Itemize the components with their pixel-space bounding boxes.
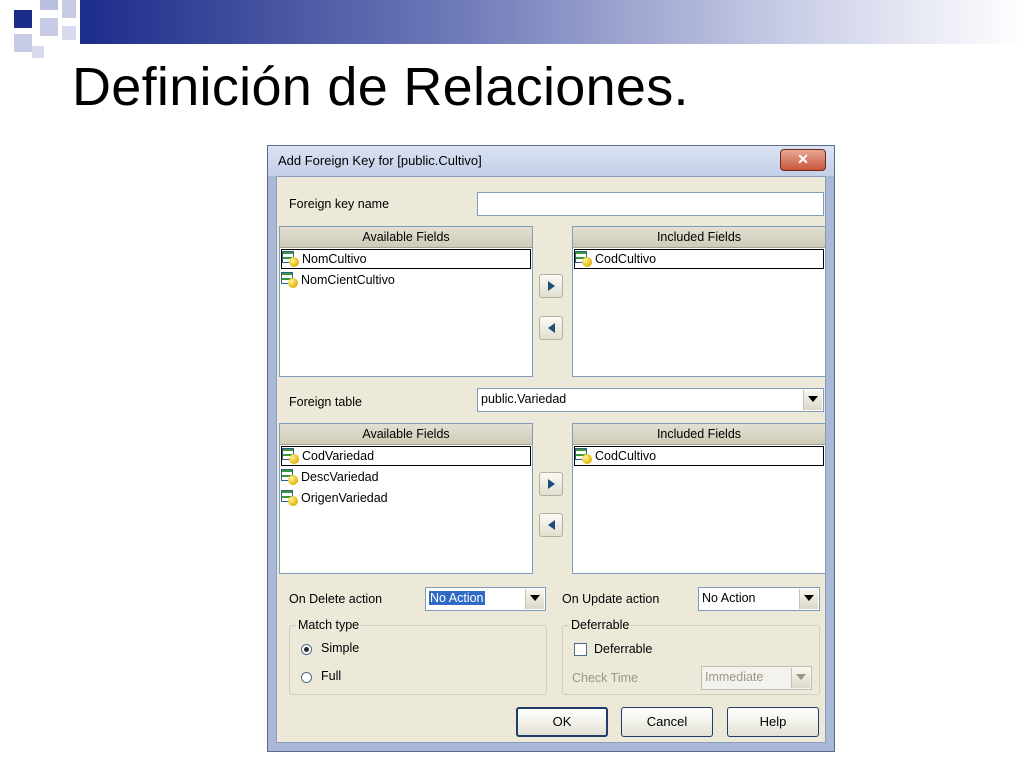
match-full-label[interactable]: Full bbox=[321, 669, 341, 683]
field-key-icon bbox=[282, 251, 300, 267]
list-item-label: OrigenVariedad bbox=[301, 491, 388, 505]
list-item[interactable]: NomCultivo bbox=[281, 249, 531, 269]
target-included-fields-header: Included Fields bbox=[573, 424, 825, 445]
dialog-titlebar[interactable]: Add Foreign Key for [public.Cultivo] ✕ bbox=[268, 146, 834, 176]
check-time-value: Immediate bbox=[705, 670, 764, 684]
foreign-table-select[interactable]: public.Variedad bbox=[477, 388, 824, 412]
list-item[interactable]: DescVariedad bbox=[281, 467, 531, 487]
field-key-icon bbox=[281, 490, 299, 506]
match-type-group: Match type Simple Full bbox=[289, 618, 547, 695]
field-key-icon bbox=[575, 448, 593, 464]
source-available-fields-list[interactable]: Available Fields NomCultivo NomCientCult… bbox=[279, 226, 533, 377]
foreign-table-label: Foreign table bbox=[289, 395, 362, 409]
source-available-fields-header: Available Fields bbox=[280, 227, 532, 248]
add-foreign-key-dialog: Add Foreign Key for [public.Cultivo] ✕ F… bbox=[267, 145, 835, 752]
on-update-select[interactable]: No Action bbox=[698, 587, 820, 611]
deferrable-checkbox-label[interactable]: Deferrable bbox=[594, 642, 652, 656]
remove-source-field-button[interactable] bbox=[539, 316, 563, 340]
close-button[interactable]: ✕ bbox=[780, 149, 826, 171]
chevron-down-icon[interactable] bbox=[525, 589, 544, 609]
deco-square bbox=[40, 18, 58, 36]
chevron-down-icon[interactable] bbox=[799, 589, 818, 609]
match-simple-radio[interactable] bbox=[301, 644, 312, 655]
list-item[interactable]: CodCultivo bbox=[574, 249, 824, 269]
on-update-value: No Action bbox=[702, 591, 756, 605]
dialog-body: Foreign key name Available Fields NomCul… bbox=[276, 176, 826, 743]
target-included-fields-list[interactable]: Included Fields CodCultivo bbox=[572, 423, 826, 574]
arrow-left-icon bbox=[548, 520, 555, 530]
list-item-label: DescVariedad bbox=[301, 470, 379, 484]
match-type-title: Match type bbox=[296, 618, 362, 632]
dialog-title: Add Foreign Key for [public.Cultivo] bbox=[278, 153, 482, 168]
check-time-label: Check Time bbox=[572, 671, 638, 685]
match-simple-label[interactable]: Simple bbox=[321, 641, 359, 655]
foreign-table-value: public.Variedad bbox=[481, 392, 567, 406]
list-item-label: NomCultivo bbox=[302, 252, 367, 266]
on-delete-label: On Delete action bbox=[289, 592, 383, 606]
deferrable-group: Deferrable Deferrable Check Time Immedia… bbox=[562, 618, 820, 695]
on-delete-value: No Action bbox=[429, 591, 485, 605]
help-button[interactable]: Help bbox=[727, 707, 819, 737]
arrow-right-icon bbox=[548, 479, 555, 489]
field-key-icon bbox=[282, 448, 300, 464]
chevron-down-icon bbox=[791, 668, 810, 688]
deco-square bbox=[62, 26, 76, 40]
slide-title: Definición de Relaciones. bbox=[72, 57, 689, 117]
list-item-label: CodVariedad bbox=[302, 449, 375, 463]
source-included-fields-header: Included Fields bbox=[573, 227, 825, 248]
target-available-fields-list[interactable]: Available Fields CodVariedad DescVarieda… bbox=[279, 423, 533, 574]
source-included-fields-list[interactable]: Included Fields CodCultivo bbox=[572, 226, 826, 377]
on-update-label: On Update action bbox=[562, 592, 660, 606]
list-item-label: CodCultivo bbox=[595, 252, 657, 266]
list-item[interactable]: CodCultivo bbox=[574, 446, 824, 466]
deco-square bbox=[40, 0, 58, 10]
list-item[interactable]: NomCientCultivo bbox=[281, 270, 531, 290]
deco-square bbox=[62, 0, 76, 18]
foreign-key-name-input[interactable] bbox=[477, 192, 824, 216]
field-key-icon bbox=[281, 272, 299, 288]
list-item[interactable]: OrigenVariedad bbox=[281, 488, 531, 508]
title-accent-bar bbox=[80, 0, 1024, 44]
cancel-button-label: Cancel bbox=[646, 714, 688, 729]
add-source-field-button[interactable] bbox=[539, 274, 563, 298]
on-delete-select[interactable]: No Action bbox=[425, 587, 546, 611]
list-item-label: NomCientCultivo bbox=[301, 273, 395, 287]
deferrable-checkbox[interactable] bbox=[574, 643, 587, 656]
cancel-button[interactable]: Cancel bbox=[621, 707, 713, 737]
ok-button[interactable]: OK bbox=[516, 707, 608, 737]
arrow-left-icon bbox=[548, 323, 555, 333]
arrow-right-icon bbox=[548, 281, 555, 291]
add-target-field-button[interactable] bbox=[539, 472, 563, 496]
chevron-down-icon[interactable] bbox=[803, 390, 822, 410]
help-button-label: Help bbox=[759, 714, 787, 729]
foreign-key-name-label: Foreign key name bbox=[289, 197, 390, 211]
field-key-icon bbox=[281, 469, 299, 485]
list-item-label: CodCultivo bbox=[595, 449, 657, 463]
target-available-fields-header: Available Fields bbox=[280, 424, 532, 445]
ok-button-label: OK bbox=[552, 714, 572, 729]
deco-square bbox=[32, 46, 44, 58]
deferrable-title: Deferrable bbox=[569, 618, 632, 632]
field-key-icon bbox=[575, 251, 593, 267]
remove-target-field-button[interactable] bbox=[539, 513, 563, 537]
list-item[interactable]: CodVariedad bbox=[281, 446, 531, 466]
deco-square bbox=[14, 34, 32, 52]
deco-square bbox=[14, 10, 32, 28]
check-time-select: Immediate bbox=[701, 666, 812, 690]
close-icon: ✕ bbox=[797, 151, 809, 167]
match-full-radio[interactable] bbox=[301, 672, 312, 683]
